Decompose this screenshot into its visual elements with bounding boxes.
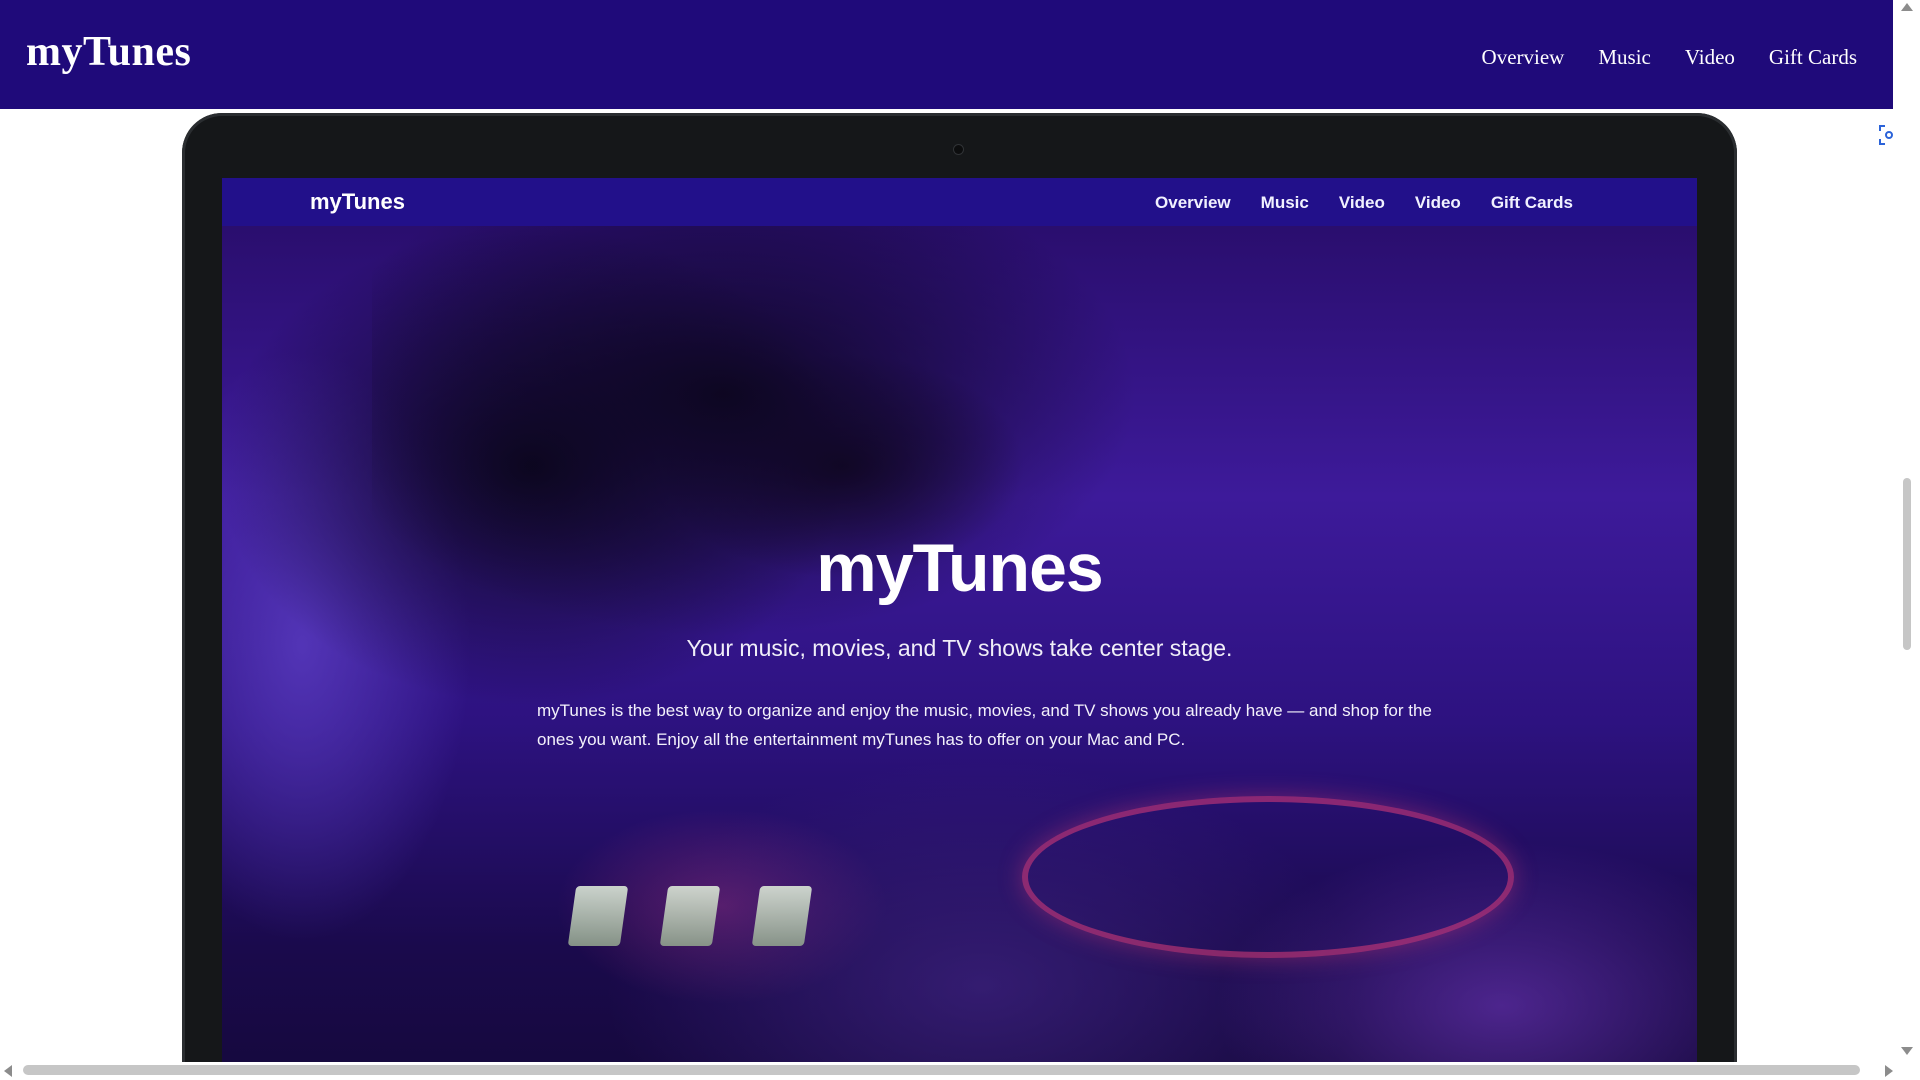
scroll-left-arrow-icon[interactable] <box>4 1065 12 1077</box>
nav-link-overview[interactable]: Overview <box>1482 45 1565 70</box>
hero-image: myTunes Your music, movies, and TV shows… <box>222 226 1697 1062</box>
screen-nav-music: Music <box>1260 193 1309 212</box>
hero-description: myTunes is the best way to organize and … <box>537 701 1432 749</box>
hero-subtitle: Your music, movies, and TV shows take ce… <box>686 635 1233 661</box>
screen-logo: myTunes <box>310 189 405 214</box>
nav-link-video[interactable]: Video <box>1685 45 1735 70</box>
fader-2 <box>659 886 721 946</box>
page-viewport: myTunes Overview Music Video Gift Cards … <box>0 0 1893 1062</box>
scroll-right-arrow-icon[interactable] <box>1885 1065 1893 1077</box>
horizontal-scrollbar[interactable] <box>0 1062 1920 1080</box>
hero-turntable-ring <box>1022 796 1514 958</box>
screen-nav-video: Video <box>1338 193 1385 212</box>
hero-title: myTunes <box>816 530 1103 606</box>
screen-navbar: myTunes Overview Music Video Video Gift … <box>222 178 1697 226</box>
nav-link-gift-cards[interactable]: Gift Cards <box>1769 45 1857 70</box>
scroll-up-arrow-icon[interactable] <box>1901 3 1913 11</box>
vertical-scroll-thumb[interactable] <box>1903 478 1911 650</box>
hero-mixer-faders <box>567 886 813 946</box>
laptop-camera <box>954 145 963 154</box>
scroll-down-arrow-icon[interactable] <box>1901 1047 1913 1055</box>
screen-nav-video-2: Video <box>1414 193 1461 212</box>
laptop-screen: myTunes Overview Music Video Video Gift … <box>222 178 1697 1062</box>
top-navbar: myTunes Overview Music Video Gift Cards <box>0 0 1893 109</box>
nav-link-music[interactable]: Music <box>1598 45 1651 70</box>
fader-3 <box>751 886 813 946</box>
vertical-scrollbar[interactable] <box>1893 0 1920 1062</box>
fader-1 <box>567 886 629 946</box>
screen-nav-gift-cards: Gift Cards <box>1490 193 1573 212</box>
main-nav: Overview Music Video Gift Cards <box>1482 45 1857 70</box>
screen-nav-links: Overview Music Video Video Gift Cards <box>1155 193 1573 213</box>
horizontal-scroll-thumb[interactable] <box>23 1065 1860 1075</box>
screen-nav-overview: Overview <box>1155 193 1231 212</box>
site-logo[interactable]: myTunes <box>26 28 191 76</box>
laptop-mockup: myTunes Overview Music Video Video Gift … <box>182 113 1737 1062</box>
